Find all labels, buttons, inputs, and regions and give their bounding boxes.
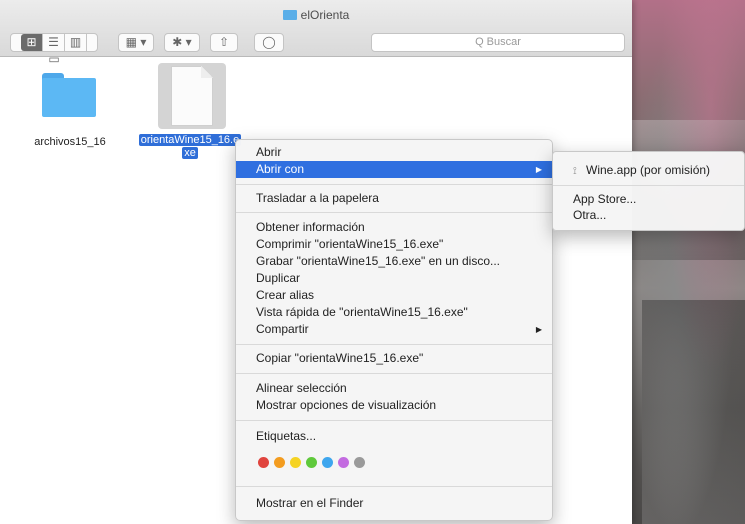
menu-item-abrir-con[interactable]: Abrir con ▶ (236, 161, 552, 178)
tag-color-dots (258, 457, 370, 469)
menu-item-comprimir[interactable]: Comprimir "orientaWine15_16.exe" (236, 236, 552, 253)
wallpaper-rock (642, 300, 745, 524)
menu-item-crear-alias[interactable]: Crear alias (236, 287, 552, 304)
toolbar: elOrienta ⊞ ☰ ▥▭ ▦ ▾ ✱ ▾ ⇧ ◯ Q Buscar (0, 0, 632, 66)
folder-icon (282, 10, 297, 20)
file-label[interactable]: orientaWine15_16.e xe (131, 134, 249, 160)
document-icon[interactable] (171, 66, 213, 126)
context-menu: Abrir Abrir con ▶ Trasladar a la papelera… (235, 139, 553, 521)
menu-separator (236, 212, 552, 213)
folder-icon[interactable] (42, 73, 96, 117)
submenu-item-otra[interactable]: Otra... (553, 207, 744, 223)
share-button[interactable]: ⇧ (210, 33, 238, 52)
menu-separator (236, 486, 552, 487)
menu-item-copiar[interactable]: Copiar "orientaWine15_16.exe" (236, 350, 552, 367)
tag-green[interactable] (306, 457, 317, 468)
tag-blue[interactable] (322, 457, 333, 468)
column-view-icon[interactable]: ▥ (65, 34, 87, 51)
submenu-item-app-store[interactable]: App Store... (553, 191, 744, 207)
menu-separator (236, 344, 552, 345)
submenu-item-wine[interactable]: ⟟ Wine.app (por omisión) (553, 162, 744, 178)
submenu-arrow-icon: ▶ (535, 325, 542, 334)
arrange-button[interactable]: ▦ ▾ (118, 33, 154, 52)
menu-item-compartir[interactable]: Compartir ▶ (236, 321, 552, 338)
tags-button[interactable]: ◯ (254, 33, 284, 52)
folder-icon-body (42, 78, 96, 117)
window-title: elOrienta (0, 8, 632, 22)
view-mode-segmented[interactable]: ⊞ ☰ ▥▭ (10, 33, 98, 66)
action-gear-button[interactable]: ✱ ▾ (164, 33, 200, 52)
tag-orange[interactable] (274, 457, 285, 468)
folder-label[interactable]: archivos15_16 (20, 136, 120, 148)
tag-yellow[interactable] (290, 457, 301, 468)
menu-item-etiquetas[interactable]: Etiquetas... (236, 428, 552, 445)
wine-icon: ⟟ (573, 166, 577, 177)
menu-item-vista-rapida[interactable]: Vista rápida de "orientaWine15_16.exe" (236, 304, 552, 321)
icon-view-icon[interactable]: ⊞ (21, 34, 43, 51)
page-fold (201, 66, 213, 78)
menu-item-alinear[interactable]: Alinear selección (236, 380, 552, 397)
menu-item-obtener-info[interactable]: Obtener información (236, 219, 552, 236)
desktop-background (632, 0, 745, 524)
menu-item-duplicar[interactable]: Duplicar (236, 270, 552, 287)
menu-separator (236, 420, 552, 421)
tag-purple[interactable] (338, 457, 349, 468)
menu-item-mostrar-opciones[interactable]: Mostrar opciones de visualización (236, 397, 552, 414)
tag-red[interactable] (258, 457, 269, 468)
open-with-submenu: ⟟ Wine.app (por omisión) App Store... Otr… (552, 151, 745, 231)
menu-item-grabar[interactable]: Grabar "orientaWine15_16.exe" en un disc… (236, 253, 552, 270)
menu-item-abrir[interactable]: Abrir (236, 144, 552, 161)
coverflow-view-icon[interactable]: ▭ (43, 51, 65, 68)
menu-item-mostrar-finder[interactable]: Mostrar en el Finder (236, 495, 552, 512)
menu-item-papelera[interactable]: Trasladar a la papelera (236, 190, 552, 207)
search-input[interactable]: Q Buscar (371, 33, 625, 52)
tag-gray[interactable] (354, 457, 365, 468)
menu-separator (236, 184, 552, 185)
menu-separator (553, 185, 744, 186)
menu-separator (236, 373, 552, 374)
list-view-icon[interactable]: ☰ (43, 34, 65, 51)
submenu-arrow-icon: ▶ (535, 165, 542, 174)
